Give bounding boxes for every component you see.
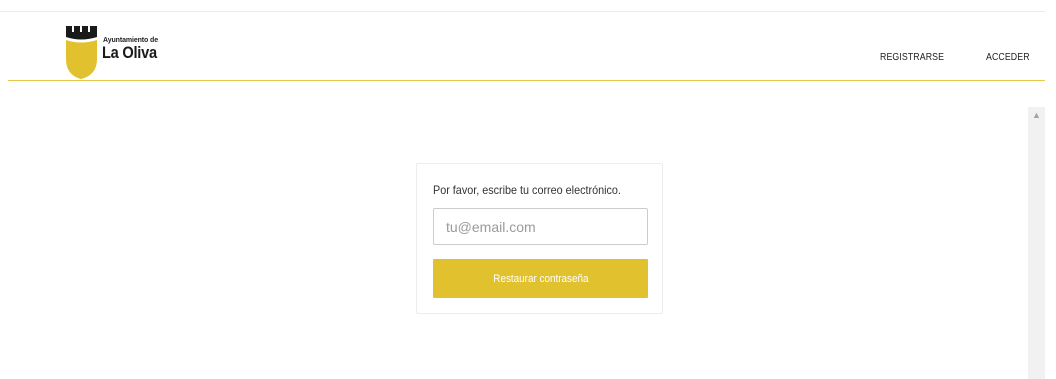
site-logo[interactable]: Ayuntamiento de La Oliva — [65, 25, 185, 79]
email-input[interactable] — [433, 208, 648, 245]
header-divider — [8, 80, 1045, 81]
email-prompt: Por favor, escribe tu correo electrónico… — [433, 183, 621, 197]
register-link[interactable]: REGISTRARSE — [880, 52, 944, 63]
reset-password-button[interactable]: Restaurar contraseña — [433, 259, 648, 298]
site-header: Ayuntamiento de La Oliva REGISTRARSE ACC… — [0, 12, 1045, 80]
logo-title: La Oliva — [102, 43, 157, 62]
reset-password-label: Restaurar contraseña — [492, 272, 589, 285]
vertical-scrollbar[interactable]: ▲ — [1028, 107, 1045, 379]
login-link[interactable]: ACCEDER — [986, 52, 1030, 63]
chevron-up-icon[interactable]: ▲ — [1028, 107, 1045, 124]
castle-shield-logo-icon — [66, 26, 97, 79]
page: Ayuntamiento de La Oliva REGISTRARSE ACC… — [0, 0, 1056, 379]
